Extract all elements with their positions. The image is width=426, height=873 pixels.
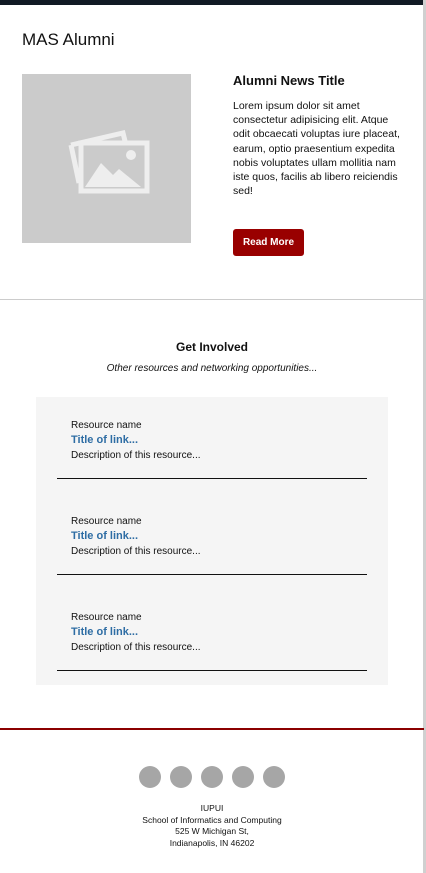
resource-name: Resource name xyxy=(71,516,142,527)
footer-city: Indianapolis, IN 46202 xyxy=(169,837,255,848)
section-divider xyxy=(0,299,424,300)
news-title: Alumni News Title xyxy=(233,73,345,88)
resource-item: Resource name Title of link... Descripti… xyxy=(57,397,367,479)
news-image xyxy=(22,74,191,243)
get-involved-subtitle: Other resources and networking opportuni… xyxy=(106,363,318,374)
resource-description: Description of this resource... xyxy=(71,546,201,557)
resource-name: Resource name xyxy=(71,420,142,431)
read-more-button[interactable]: Read More xyxy=(233,229,304,256)
resource-item: Resource name Title of link... Descripti… xyxy=(57,493,367,575)
resources-list: Resource name Title of link... Descripti… xyxy=(36,397,388,685)
social-icon[interactable] xyxy=(263,766,285,788)
get-involved-title: Get Involved xyxy=(175,340,249,354)
page-title: MAS Alumni xyxy=(22,30,115,49)
social-icons xyxy=(139,766,285,788)
resource-link[interactable]: Title of link... xyxy=(71,434,138,446)
resource-name: Resource name xyxy=(71,612,142,623)
news-body: Lorem ipsum dolor sit amet consectetur a… xyxy=(233,100,400,198)
social-icon[interactable] xyxy=(170,766,192,788)
footer-school: School of Informatics and Computing xyxy=(142,814,282,825)
footer-address: IUPUI School of Informatics and Computin… xyxy=(0,803,424,849)
footer-street: 525 W Michigan St, xyxy=(175,826,249,837)
resource-link[interactable]: Title of link... xyxy=(71,626,138,638)
social-icon[interactable] xyxy=(232,766,254,788)
image-placeholder-icon xyxy=(68,129,149,193)
resource-description: Description of this resource... xyxy=(71,450,201,461)
social-icon[interactable] xyxy=(139,766,161,788)
resource-link[interactable]: Title of link... xyxy=(71,530,138,542)
resource-item: Resource name Title of link... Descripti… xyxy=(57,589,367,671)
footer-org: IUPUI xyxy=(200,803,224,813)
top-bar xyxy=(0,0,426,5)
social-icon[interactable] xyxy=(201,766,223,788)
footer-divider xyxy=(0,728,424,730)
resource-description: Description of this resource... xyxy=(71,642,201,653)
